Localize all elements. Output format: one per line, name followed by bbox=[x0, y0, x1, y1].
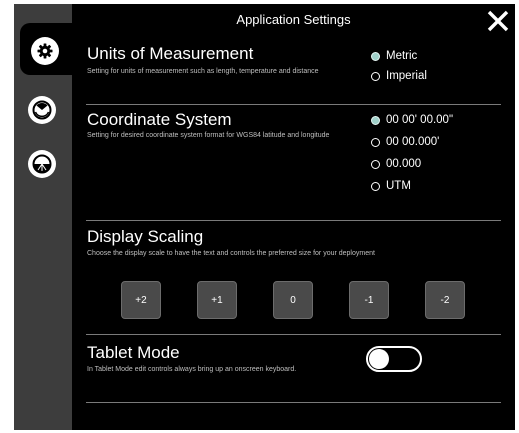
toggle-knob bbox=[369, 349, 389, 369]
coordinate-section-description: Setting for desired coordinate system fo… bbox=[87, 132, 330, 139]
page-title: Application Settings bbox=[236, 12, 351, 27]
coordinate-option-label: UTM bbox=[386, 180, 411, 192]
scaling-section-description: Choose the display scale to have the tex… bbox=[87, 250, 375, 257]
horizon-icon bbox=[32, 154, 52, 174]
divider bbox=[86, 334, 501, 335]
coordinate-option-decimal[interactable]: 00.000 bbox=[371, 158, 421, 170]
divider bbox=[86, 402, 501, 403]
coordinate-option-dms[interactable]: 00 00' 00.00" bbox=[371, 114, 453, 126]
sidebar-item-horizon[interactable] bbox=[28, 150, 56, 178]
units-section-title: Units of Measurement bbox=[87, 44, 254, 63]
coordinate-option-label: 00 00' 00.00" bbox=[386, 114, 454, 126]
coordinate-option-label: 00.000 bbox=[386, 158, 422, 170]
units-option-metric[interactable]: Metric bbox=[371, 50, 417, 62]
radio-button bbox=[371, 137, 380, 147]
scale-button-minus-1[interactable]: -1 bbox=[349, 281, 389, 319]
scale-button-plus-1[interactable]: +1 bbox=[197, 281, 237, 319]
units-option-imperial[interactable]: Imperial bbox=[371, 70, 427, 82]
scaling-section-title: Display Scaling bbox=[87, 227, 204, 246]
close-icon bbox=[487, 10, 509, 32]
coordinate-option-dm[interactable]: 00 00.000' bbox=[371, 136, 439, 148]
gear-icon bbox=[37, 43, 53, 59]
scale-button-plus-2[interactable]: +2 bbox=[121, 281, 161, 319]
units-option-label: Metric bbox=[386, 50, 418, 62]
sidebar-item-gauge[interactable] bbox=[28, 96, 56, 124]
tablet-section-title: Tablet Mode bbox=[87, 343, 180, 362]
units-section-description: Setting for units of measurement such as… bbox=[87, 68, 319, 75]
tablet-section-description: In Tablet Mode edit controls always brin… bbox=[87, 366, 297, 373]
radio-button-selected bbox=[371, 51, 380, 61]
scale-button-0[interactable]: 0 bbox=[273, 281, 313, 319]
radio-button bbox=[371, 159, 380, 169]
radio-button bbox=[371, 181, 380, 191]
radio-button-selected bbox=[371, 115, 380, 125]
sidebar-item-general[interactable] bbox=[31, 37, 59, 65]
divider bbox=[86, 104, 501, 105]
close-button[interactable] bbox=[485, 8, 511, 34]
tablet-mode-toggle[interactable] bbox=[366, 346, 422, 372]
gauge-icon bbox=[32, 100, 52, 120]
divider bbox=[86, 220, 501, 221]
coordinate-section-title: Coordinate System bbox=[87, 110, 232, 129]
units-option-label: Imperial bbox=[386, 70, 427, 82]
scale-button-minus-2[interactable]: -2 bbox=[425, 281, 465, 319]
coordinate-option-label: 00 00.000' bbox=[386, 136, 440, 148]
radio-button bbox=[371, 71, 380, 81]
coordinate-option-utm[interactable]: UTM bbox=[371, 180, 411, 192]
